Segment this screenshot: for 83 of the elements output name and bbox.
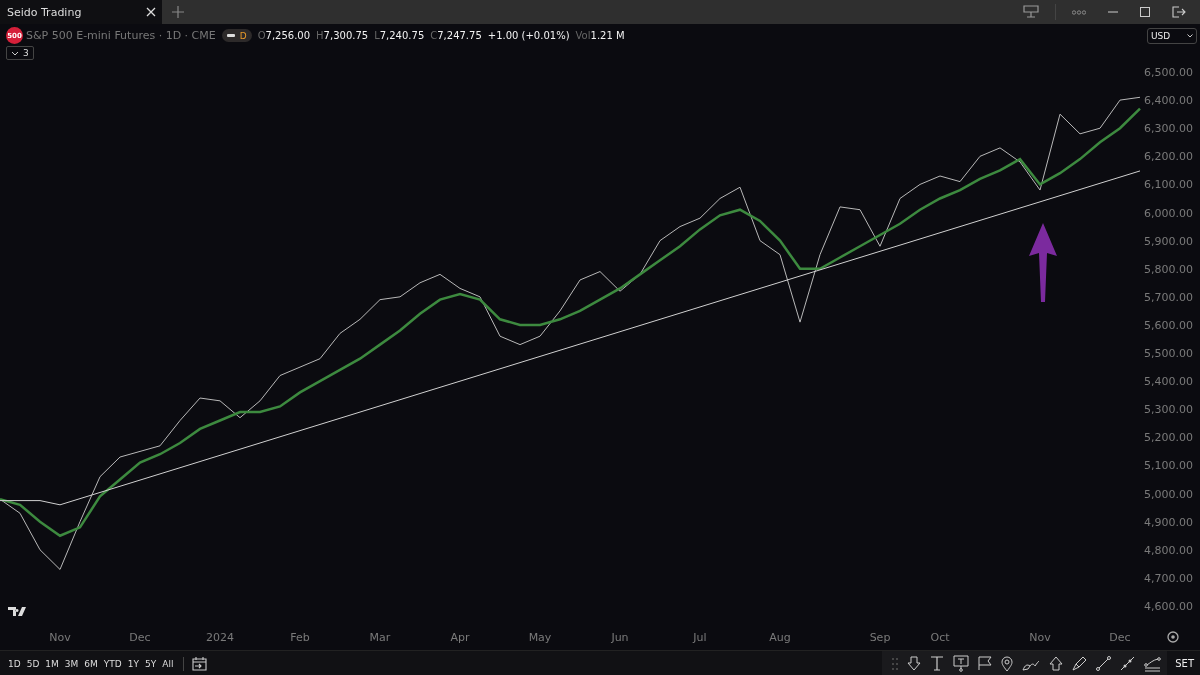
arrow-up-icon[interactable] <box>1049 656 1064 671</box>
range-button[interactable]: 1M <box>43 656 61 671</box>
pen-icon[interactable] <box>1072 656 1088 671</box>
extended-line-icon[interactable] <box>1120 656 1136 671</box>
axis-label: 5,500.00 <box>1144 347 1193 361</box>
axis-label: May <box>528 631 552 644</box>
chevron-icon <box>11 50 19 56</box>
axis-label: 5,000.00 <box>1144 487 1193 501</box>
axis-label: Jun <box>611 631 629 644</box>
range-button[interactable]: 6M <box>82 656 100 671</box>
symbol-title: S&P 500 E-mini Futures · 1D · CME <box>26 29 216 42</box>
axis-label: 4,600.00 <box>1144 600 1193 613</box>
range-button[interactable]: All <box>160 656 176 671</box>
axis-label: 5,300.00 <box>1144 403 1193 417</box>
axis-label: Dec <box>1109 631 1131 644</box>
range-button[interactable]: YTD <box>101 656 124 671</box>
ohlc-value: 7,247.75 <box>437 30 482 41</box>
ohlc-label: L <box>374 30 380 41</box>
indicators-toggle[interactable]: 3 <box>6 46 34 60</box>
axis-label: 6,100.00 <box>1144 178 1193 192</box>
axis-label: 2024 <box>206 631 234 644</box>
calendar-icon[interactable] <box>192 656 208 671</box>
status-pill[interactable]: D <box>221 29 252 42</box>
price-change: +1.00 (+0.01%) <box>487 30 570 41</box>
axis-label: 6,300.00 <box>1144 122 1193 136</box>
axis-label: 4,900.00 <box>1144 515 1193 529</box>
text-icon[interactable] <box>930 656 945 671</box>
axis-label: 4,700.00 <box>1144 571 1193 585</box>
set-button[interactable]: SET <box>1169 658 1200 669</box>
window-tab[interactable]: Seido Trading <box>0 0 162 24</box>
axis-label: Mar <box>369 631 391 644</box>
arrow-down-icon[interactable] <box>907 656 922 671</box>
axis-label: 6,000.00 <box>1144 206 1193 220</box>
range-button[interactable]: 5D <box>24 656 42 671</box>
axis-label: Aug <box>769 631 791 644</box>
grip-icon[interactable] <box>892 657 899 670</box>
axis-label: 5,800.00 <box>1144 262 1193 276</box>
line-icon[interactable] <box>1096 656 1112 671</box>
exit-icon[interactable] <box>1172 6 1186 18</box>
range-button[interactable]: 3M <box>62 656 81 671</box>
more-icon[interactable] <box>1072 9 1086 15</box>
axis-label: 6,200.00 <box>1144 150 1193 164</box>
axis-label: Oct <box>930 631 950 644</box>
layout-icon[interactable] <box>1023 5 1039 19</box>
axis-label: Feb <box>290 631 310 644</box>
settings-icon[interactable] <box>1167 631 1179 643</box>
axis-label: 5,700.00 <box>1144 290 1193 304</box>
axis-label: Nov <box>1029 631 1051 644</box>
chevron-icon <box>1187 34 1193 38</box>
axis-label: 5,900.00 <box>1144 234 1193 248</box>
maximize-icon[interactable] <box>1140 7 1150 17</box>
ohlc-value: 7,240.75 <box>379 30 425 41</box>
axis-label: 6,400.00 <box>1144 94 1193 108</box>
ohlc-value: 7,256.00 <box>265 30 311 41</box>
lines-icon[interactable] <box>1144 655 1162 672</box>
ohlc-label: O <box>257 30 266 41</box>
toggle-icon <box>226 34 235 37</box>
range-button[interactable]: 1Y <box>125 656 141 671</box>
axis-label: Sep <box>869 631 891 644</box>
axis-label: Nov <box>49 631 71 644</box>
pin-icon[interactable] <box>1001 655 1014 672</box>
range-button[interactable]: 1D <box>6 656 23 671</box>
axis-label: Dec <box>129 631 151 644</box>
axis-label: 5,200.00 <box>1144 431 1193 445</box>
volume-label: Vol <box>575 30 591 41</box>
currency-dropdown[interactable]: USD <box>1147 28 1197 44</box>
axis-label: 5,400.00 <box>1144 375 1193 389</box>
axis-label: 6,500.00 <box>1144 66 1193 79</box>
ohlc-label: C <box>430 30 438 41</box>
axis-label: 5,600.00 <box>1144 318 1193 332</box>
logo-icon <box>8 607 26 616</box>
axis-label: Jul <box>693 631 707 644</box>
ohlc-value: 7,300.75 <box>323 30 369 41</box>
note-icon[interactable] <box>953 655 970 672</box>
flag-icon[interactable] <box>978 656 993 671</box>
new-tab-icon[interactable] <box>172 6 184 18</box>
axis-label: Apr <box>450 631 470 644</box>
range-button[interactable]: 5Y <box>143 656 159 671</box>
close-icon[interactable] <box>146 7 156 17</box>
axis-label: 4,800.00 <box>1144 543 1193 557</box>
axis-label: 5,100.00 <box>1144 459 1193 473</box>
ohlc-label: H <box>316 30 324 41</box>
volume-value: 1.21 M <box>590 30 625 41</box>
